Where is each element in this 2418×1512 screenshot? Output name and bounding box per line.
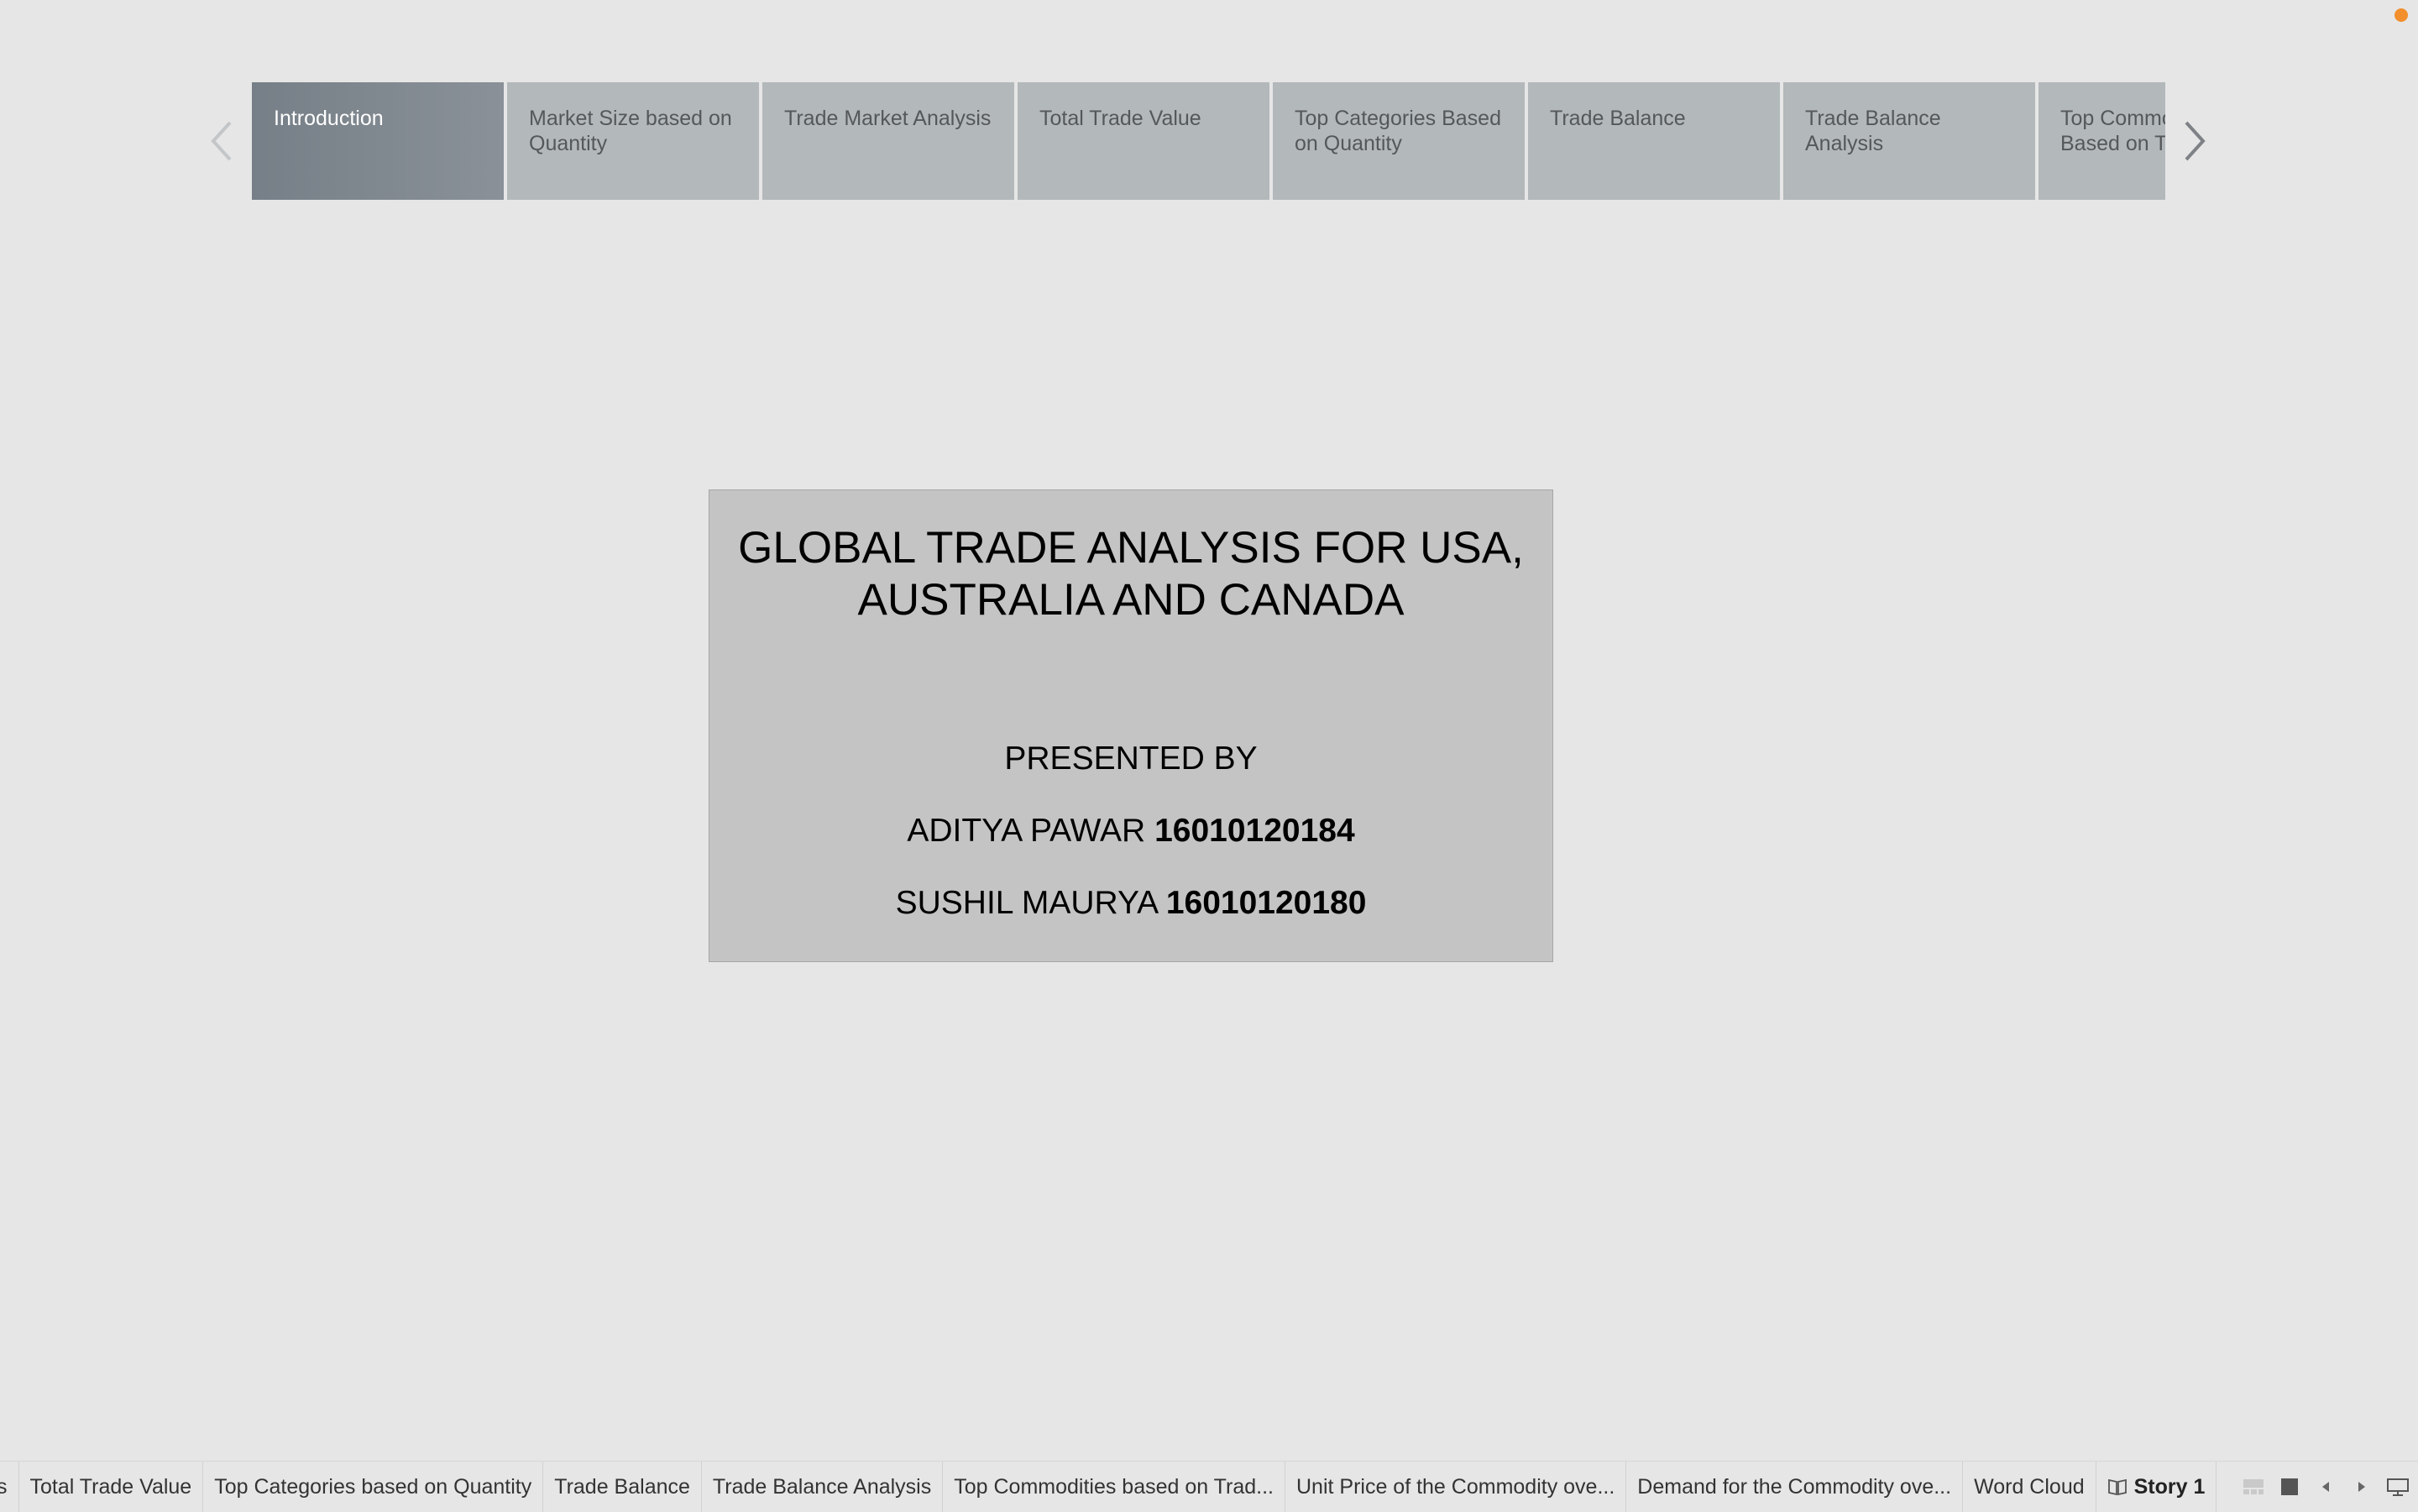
previous-story-point-button[interactable]	[207, 116, 240, 166]
sheet-tab-demand[interactable]: Demand for the Commodity ove...	[1626, 1462, 1964, 1512]
presenter-id: 16010120180	[1165, 885, 1367, 921]
story-point-trade-market-analysis[interactable]: Trade Market Analysis	[762, 82, 1014, 200]
tabs-view-icon	[2280, 1478, 2298, 1495]
chevron-right-icon	[2185, 121, 2206, 161]
story-point-top-categories[interactable]: Top Categories Based on Quantity	[1273, 82, 1525, 200]
story-point-trade-balance[interactable]: Trade Balance	[1528, 82, 1780, 200]
tab-controls	[2242, 1462, 2418, 1512]
scroll-tabs-right-button[interactable]	[2350, 1475, 2373, 1499]
presenter-line: ADITYA PAWAR 16010120184	[709, 812, 1552, 850]
show-filmstrip-button[interactable]	[2242, 1475, 2264, 1499]
sheet-tab[interactable]: s	[0, 1462, 19, 1512]
scroll-tabs-left-button[interactable]	[2314, 1475, 2337, 1499]
title-card: GLOBAL TRADE ANALYSIS FOR USA, AUSTRALIA…	[709, 489, 1553, 962]
sheet-tab-word-cloud[interactable]: Word Cloud	[1963, 1462, 2096, 1512]
sheet-tabs: s Total Trade Value Top Categories based…	[0, 1462, 2233, 1512]
sheet-tab-total-trade-value[interactable]: Total Trade Value	[19, 1462, 204, 1512]
story-point-market-size[interactable]: Market Size based on Quantity	[507, 82, 759, 200]
status-dot	[2394, 8, 2408, 22]
chevron-left-icon	[211, 121, 232, 161]
sheet-tab-unit-price[interactable]: Unit Price of the Commodity ove...	[1285, 1462, 1627, 1512]
story-point-introduction[interactable]: Introduction	[252, 82, 504, 200]
caret-right-icon	[2358, 1482, 2365, 1492]
presenter-line: SUSHIL MAURYA 16010120180	[709, 884, 1552, 923]
story-navigator: Introduction Market Size based on Quanti…	[252, 82, 2165, 200]
sheet-tab-top-commodities[interactable]: Top Commodities based on Trad...	[943, 1462, 1285, 1512]
sheet-tab-top-categories[interactable]: Top Categories based on Quantity	[203, 1462, 544, 1512]
sheet-tab-bar: s Total Trade Value Top Categories based…	[0, 1461, 2418, 1512]
presentation-mode-button[interactable]	[2386, 1475, 2410, 1499]
presentation-icon	[2387, 1478, 2409, 1496]
story-point-trade-balance-analysis[interactable]: Trade Balance Analysis	[1783, 82, 2035, 200]
presenter-name: ADITYA PAWAR	[907, 813, 1146, 849]
presented-by-label: PRESENTED BY	[1004, 740, 1258, 777]
presentation-title: GLOBAL TRADE ANALYSIS FOR USA, AUSTRALIA…	[738, 523, 1524, 625]
presenter-name: SUSHIL MAURYA	[895, 885, 1157, 921]
sheet-tab-trade-balance-analysis[interactable]: Trade Balance Analysis	[702, 1462, 944, 1512]
filmstrip-icon	[2243, 1479, 2264, 1494]
caret-left-icon	[2321, 1482, 2329, 1492]
story-book-icon	[2107, 1464, 2128, 1512]
presenter-id: 16010120184	[1154, 813, 1355, 849]
sheet-tab-story[interactable]: Story 1	[2096, 1462, 2217, 1512]
story-point-total-trade-value[interactable]: Total Trade Value	[1018, 82, 1269, 200]
next-story-point-button[interactable]	[2178, 116, 2211, 166]
sheet-tab-trade-balance[interactable]: Trade Balance	[543, 1462, 702, 1512]
story-point-top-commodities[interactable]: Top Commodities Based on Trade Value	[2039, 82, 2165, 200]
show-sheet-tabs-button[interactable]	[2278, 1475, 2300, 1499]
